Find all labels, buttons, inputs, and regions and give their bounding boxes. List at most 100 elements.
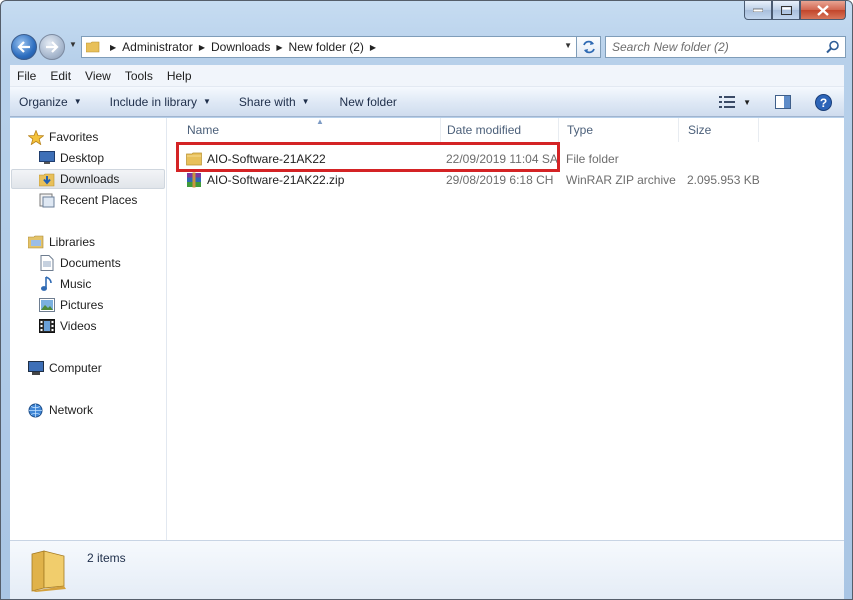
nav-libraries[interactable]: Libraries xyxy=(27,232,95,252)
recent-places-icon xyxy=(39,193,54,207)
nav-recent-places[interactable]: Recent Places xyxy=(38,190,137,210)
breadcrumb-new-folder[interactable]: New folder (2) xyxy=(289,40,364,54)
table-row[interactable]: AIO-Software-21AK22.zip 29/08/2019 6:18 … xyxy=(167,170,844,190)
nav-desktop[interactable]: Desktop xyxy=(38,148,104,168)
column-name-label: Name xyxy=(187,123,220,137)
column-type-header[interactable]: Type xyxy=(558,118,679,142)
column-size-label: Size xyxy=(688,123,712,137)
nav-music[interactable]: Music xyxy=(38,274,91,294)
chevron-right-icon[interactable]: ▶ xyxy=(193,43,211,52)
menu-help[interactable]: Help xyxy=(160,69,199,83)
column-type-label: Type xyxy=(567,123,594,137)
forward-button[interactable] xyxy=(39,34,65,60)
music-note-icon xyxy=(40,276,52,291)
nav-downloads[interactable]: Downloads xyxy=(11,169,165,189)
documents-icon xyxy=(40,255,53,271)
chevron-down-icon: ▼ xyxy=(73,97,82,106)
window-caption-buttons xyxy=(744,1,846,20)
address-bar[interactable]: ▶ Administrator ▶ Downloads ▶ New folder… xyxy=(81,36,577,58)
recent-pages-dropdown[interactable]: ▼ xyxy=(69,40,77,49)
nav-favorites[interactable]: Favorites xyxy=(27,127,98,147)
nav-libraries-label: Libraries xyxy=(49,235,96,249)
breadcrumb-downloads[interactable]: Downloads xyxy=(211,40,270,54)
organize-button[interactable]: Organize ▼ xyxy=(11,87,90,116)
file-size: 2.095.953 KB xyxy=(687,173,760,187)
breadcrumb: ▶ Administrator ▶ Downloads ▶ New folder… xyxy=(104,37,382,57)
chevron-right-icon[interactable]: ▶ xyxy=(104,43,122,52)
minimize-button[interactable] xyxy=(744,1,772,20)
close-icon xyxy=(817,4,829,16)
folder-icon xyxy=(86,41,100,53)
refresh-icon xyxy=(582,40,595,54)
winrar-archive-icon xyxy=(187,172,201,188)
menu-view[interactable]: View xyxy=(78,69,118,83)
chevron-right-icon[interactable]: ▶ xyxy=(364,43,382,52)
nav-favorites-label: Favorites xyxy=(49,130,99,144)
address-history-dropdown[interactable]: ▼ xyxy=(564,41,572,50)
svg-text:?: ? xyxy=(820,96,827,110)
share-with-label: Share with xyxy=(238,94,296,109)
preview-pane-button[interactable] xyxy=(775,95,791,109)
downloads-folder-icon xyxy=(38,173,54,186)
column-size-header[interactable]: Size xyxy=(679,118,759,142)
menu-bar: File Edit View Tools Help xyxy=(10,65,844,87)
nav-documents[interactable]: Documents xyxy=(38,253,121,273)
column-date-header[interactable]: Date modified xyxy=(438,118,559,142)
nav-computer[interactable]: Computer xyxy=(27,358,102,378)
file-date: 29/08/2019 6:18 CH xyxy=(446,173,554,187)
forward-arrow-icon xyxy=(46,41,59,53)
maximize-button[interactable] xyxy=(772,1,800,20)
nav-videos-label: Videos xyxy=(60,319,97,333)
organize-label: Organize xyxy=(19,94,68,109)
star-icon xyxy=(27,129,44,145)
breadcrumb-administrator[interactable]: Administrator xyxy=(122,40,193,54)
sort-ascending-icon: ▲ xyxy=(316,117,324,126)
nav-downloads-label: Downloads xyxy=(60,172,120,186)
refresh-button[interactable] xyxy=(577,36,601,58)
change-view-button[interactable] xyxy=(719,96,736,108)
chevron-right-icon[interactable]: ▶ xyxy=(270,43,288,52)
include-in-library-button[interactable]: Include in library ▼ xyxy=(102,87,219,116)
new-folder-button[interactable]: New folder xyxy=(332,87,405,116)
back-button[interactable] xyxy=(11,34,37,60)
preview-pane-icon xyxy=(775,95,791,109)
address-row: ▼ ▶ Administrator ▶ Downloads ▶ New fold… xyxy=(9,33,846,61)
menu-edit[interactable]: Edit xyxy=(43,69,78,83)
new-folder-label: New folder xyxy=(339,94,397,109)
menu-file[interactable]: File xyxy=(10,69,43,83)
folder-icon xyxy=(31,550,66,592)
nav-desktop-label: Desktop xyxy=(60,151,105,165)
help-button[interactable]: ? xyxy=(815,93,832,111)
explorer-window: ▼ ▶ Administrator ▶ Downloads ▶ New fold… xyxy=(0,0,853,600)
back-arrow-icon xyxy=(17,41,30,53)
share-with-button[interactable]: Share with ▼ xyxy=(231,87,318,116)
item-count: 2 items xyxy=(87,551,126,565)
file-name: AIO-Software-21AK22.zip xyxy=(207,173,345,187)
nav-network-label: Network xyxy=(49,403,94,417)
libraries-icon xyxy=(27,235,43,249)
view-details-icon xyxy=(719,96,736,108)
column-date-label: Date modified xyxy=(447,123,522,137)
search-box[interactable] xyxy=(605,36,846,58)
nav-computer-label: Computer xyxy=(49,361,102,375)
details-pane: 2 items xyxy=(10,540,844,599)
chevron-down-icon: ▼ xyxy=(203,97,211,106)
view-options-dropdown[interactable]: ▼ xyxy=(743,98,751,107)
minimize-icon xyxy=(753,8,763,12)
network-icon xyxy=(28,403,42,417)
command-bar-right: ▼ ? xyxy=(713,87,844,117)
menu-tools[interactable]: Tools xyxy=(118,69,160,83)
nav-videos[interactable]: Videos xyxy=(38,316,96,336)
nav-pictures[interactable]: Pictures xyxy=(38,295,103,315)
include-in-library-label: Include in library xyxy=(109,94,197,109)
column-name-header[interactable]: Name ▲ xyxy=(178,117,441,142)
file-type: WinRAR ZIP archive xyxy=(566,173,676,187)
nav-documents-label: Documents xyxy=(60,256,121,270)
nav-pictures-label: Pictures xyxy=(60,298,104,312)
highlight-annotation xyxy=(176,142,560,172)
search-input[interactable] xyxy=(612,40,822,54)
search-icon[interactable] xyxy=(826,40,840,54)
close-button[interactable] xyxy=(800,1,846,20)
nav-network[interactable]: Network xyxy=(27,400,93,420)
maximize-icon xyxy=(780,5,792,15)
